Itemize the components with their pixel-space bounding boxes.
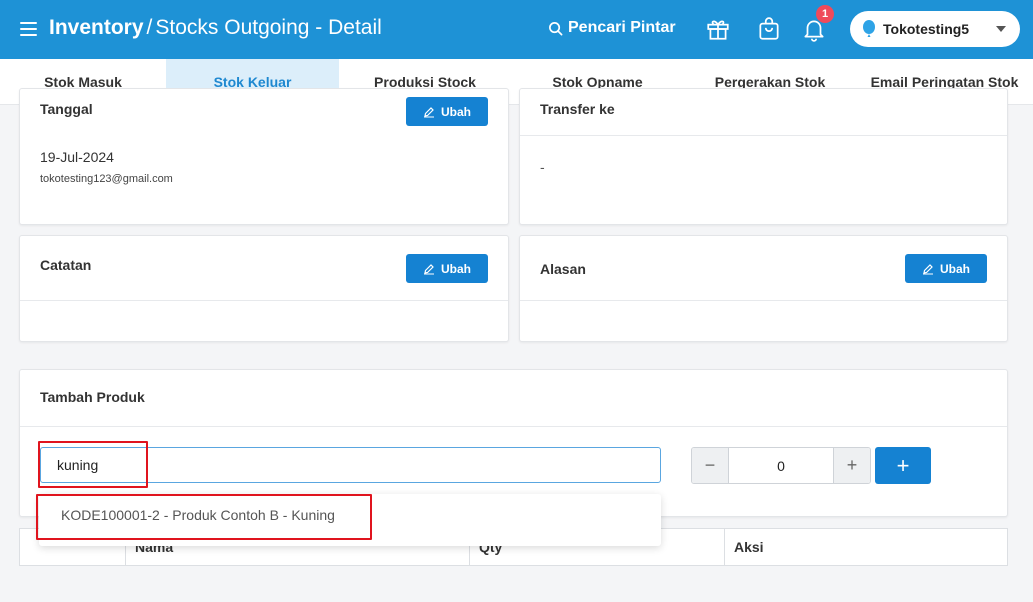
divider: [520, 135, 1007, 136]
increase-button[interactable]: +: [834, 448, 870, 483]
created-by-email: tokotesting123@gmail.com: [40, 173, 173, 185]
divider: [20, 426, 1007, 427]
reason-label: Alasan: [540, 261, 586, 277]
date-value: 19-Jul-2024: [40, 149, 114, 165]
note-label: Catatan: [40, 257, 92, 273]
edit-note-button[interactable]: Ubah: [406, 254, 488, 283]
quantity-stepper: − 0 +: [691, 447, 871, 484]
note-card: Catatan Ubah: [19, 235, 509, 342]
gift-icon[interactable]: [705, 16, 731, 42]
chevron-down-icon: [996, 26, 1006, 32]
quantity-value[interactable]: 0: [728, 448, 834, 483]
add-product-button[interactable]: +: [875, 447, 931, 484]
highlight-box-search: [38, 441, 148, 488]
divider: [520, 300, 1007, 301]
transfer-value: -: [540, 159, 545, 175]
date-label: Tanggal: [40, 101, 93, 117]
add-product-label: Tambah Produk: [40, 389, 145, 405]
edit-date-button[interactable]: Ubah: [406, 97, 488, 126]
pencil-icon: [424, 106, 434, 117]
edit-reason-button[interactable]: Ubah: [905, 254, 987, 283]
decrease-button[interactable]: −: [692, 448, 728, 483]
smart-search-button[interactable]: Pencari Pintar: [548, 19, 676, 37]
menu-icon[interactable]: [20, 22, 37, 36]
top-header: Inventory / Stocks Outgoing - Detail Penca…: [0, 0, 1033, 59]
pencil-icon: [424, 263, 434, 274]
date-card: Tanggal Ubah 19-Jul-2024 tokotesting123@…: [19, 88, 509, 225]
notification-badge: 1: [816, 5, 834, 23]
divider: [20, 300, 508, 301]
reason-card: Alasan Ubah: [519, 235, 1008, 342]
column-header-aksi: Aksi: [734, 539, 764, 555]
pencil-icon: [923, 263, 933, 274]
balloon-icon: [863, 20, 875, 37]
transfer-label: Transfer ke: [540, 101, 615, 117]
shopping-bag-icon[interactable]: [756, 16, 782, 42]
store-selector[interactable]: Tokotesting5: [850, 11, 1020, 47]
highlight-box-suggestion: [36, 494, 372, 540]
store-name: Tokotesting5: [883, 21, 970, 37]
page-title: Inventory / Stocks Outgoing - Detail: [49, 16, 382, 39]
search-icon: [549, 21, 563, 35]
transfer-card: Transfer ke -: [519, 88, 1008, 225]
